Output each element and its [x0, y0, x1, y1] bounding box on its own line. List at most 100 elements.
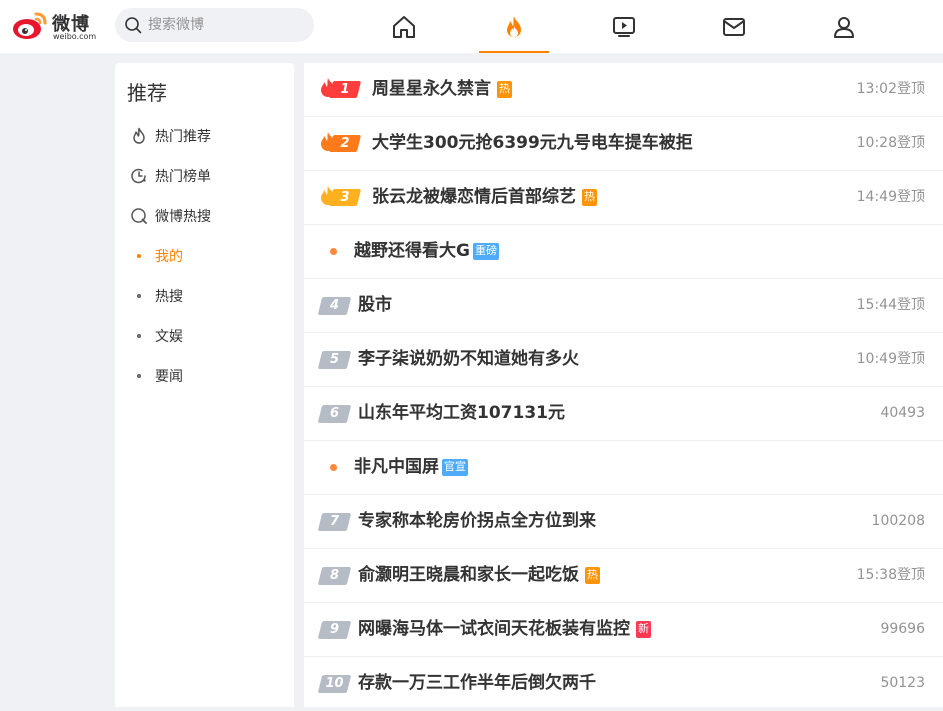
- rank-badge: 10: [317, 675, 352, 693]
- hot-list-row[interactable]: 2 大学生300元抢6399元九号电车提车被拒 10:28登顶: [304, 117, 943, 171]
- sidebar-item-label: 要闻: [155, 369, 183, 385]
- rank-number: 4: [329, 298, 340, 313]
- nav-messages[interactable]: [699, 0, 769, 53]
- clock-list-icon: [129, 166, 149, 186]
- top-navigation-bar: 微博 weibo.com 搜索微博: [0, 0, 943, 53]
- left-sidebar: 推荐 热门推荐 热门榜单 微博热搜 我的 热搜 文娱 要闻: [115, 63, 294, 707]
- hot-list-row[interactable]: 6 山东年平均工资107131元 40493: [304, 387, 943, 441]
- promo-dot: [330, 464, 337, 471]
- hot-badge: 热: [497, 81, 512, 98]
- hot-item-title[interactable]: 李子柒说奶奶不知道她有多火: [358, 346, 579, 372]
- hot-list-row[interactable]: 5 李子柒说奶奶不知道她有多火 10:49登顶: [304, 333, 943, 387]
- hot-item-title[interactable]: 网曝海马体一试衣间天花板装有监控新: [358, 616, 651, 642]
- rank-number: 1: [340, 82, 350, 97]
- rank-badge: 2: [319, 131, 363, 153]
- hot-item-title[interactable]: 股市: [358, 292, 392, 318]
- hot-item-meta: 40493: [880, 405, 925, 421]
- rank-badge: 3: [319, 185, 363, 207]
- mail-icon: [723, 17, 745, 36]
- nav-video[interactable]: [589, 0, 659, 53]
- sidebar-item-mine[interactable]: 我的: [129, 244, 289, 268]
- hot-list-row[interactable]: 7 专家称本轮房价拐点全方位到来 100208: [304, 495, 943, 549]
- hot-search-list: 1 周星星永久禁言热 13:02登顶 2 大学生300元抢6399元九号电车提车…: [304, 63, 943, 711]
- rank-badge: 7: [317, 513, 352, 531]
- rank-number: 3: [340, 190, 350, 205]
- hot-list-row-promoted[interactable]: 非凡中国屏 官宣: [304, 441, 943, 495]
- sidebar-item-label: 微博热搜: [155, 209, 211, 225]
- hot-item-title[interactable]: 山东年平均工资107131元: [358, 400, 565, 426]
- hot-item-meta: 99696: [880, 621, 925, 637]
- rank-number: 8: [329, 568, 340, 583]
- promo-badge: 重磅: [472, 243, 499, 260]
- rank-number: 6: [329, 406, 340, 421]
- sidebar-item-label: 文娱: [155, 329, 183, 345]
- hot-badge: 热: [582, 189, 597, 206]
- user-icon: [834, 16, 854, 38]
- sidebar-item-label: 我的: [155, 249, 183, 265]
- rank-number: 10: [325, 676, 344, 691]
- rank-badge: 4: [317, 297, 352, 315]
- sidebar-item-label: 热搜: [155, 289, 183, 305]
- hot-item-meta: 50123: [880, 675, 925, 691]
- rank-number: 7: [329, 514, 340, 529]
- hot-item-title[interactable]: 存款一万三工作半年后倒欠两千: [358, 670, 596, 696]
- logo-domain-text: weibo.com: [53, 32, 97, 41]
- bullet-dot: [129, 294, 149, 298]
- hot-item-title[interactable]: 张云龙被爆恋情后首部综艺热: [372, 184, 597, 210]
- sidebar-item-hot-recommend[interactable]: 热门推荐: [129, 124, 289, 148]
- hot-item-title[interactable]: 非凡中国屏 官宣: [354, 454, 468, 480]
- sidebar-title: 推荐: [127, 81, 167, 105]
- hot-item-meta: 15:38登顶: [856, 567, 925, 583]
- search-icon: [125, 17, 142, 34]
- sidebar-item-weibo-hot-search[interactable]: 微博热搜: [129, 204, 289, 228]
- hot-item-meta: 14:49登顶: [856, 189, 925, 205]
- sidebar-item-entertainment[interactable]: 文娱: [129, 324, 289, 348]
- sidebar-item-hot-ranking[interactable]: 热门榜单: [129, 164, 289, 188]
- rank-badge: 9: [317, 621, 352, 639]
- search-input[interactable]: 搜索微博: [148, 15, 204, 35]
- rank-number: 5: [329, 352, 340, 367]
- hot-item-title[interactable]: 专家称本轮房价拐点全方位到来: [358, 508, 596, 534]
- hot-item-meta: 15:44登顶: [856, 297, 925, 313]
- hot-item-meta: 13:02登顶: [856, 81, 925, 97]
- hot-item-title[interactable]: 大学生300元抢6399元九号电车提车被拒: [372, 130, 693, 156]
- rank-number: 2: [340, 136, 350, 151]
- hot-item-meta: 100208: [871, 513, 925, 529]
- bullet-dot: [129, 374, 149, 378]
- hot-item-title[interactable]: 周星星永久禁言热: [372, 76, 512, 102]
- sidebar-item-label: 热门推荐: [155, 129, 211, 145]
- rank-badge: 6: [317, 405, 352, 423]
- rank-number: 9: [329, 622, 340, 637]
- nav-home[interactable]: [369, 0, 439, 53]
- weibo-logo[interactable]: 微博 weibo.com: [12, 8, 102, 42]
- hot-list-row-promoted[interactable]: 越野还得看大G 重磅: [304, 225, 943, 279]
- sidebar-item-news[interactable]: 要闻: [129, 364, 289, 388]
- hot-item-meta: 10:28登顶: [856, 135, 925, 151]
- official-badge: 官宣: [442, 459, 468, 476]
- rank-badge: 5: [317, 351, 352, 369]
- bullet-dot: [129, 254, 149, 258]
- search-circle-icon: [129, 206, 149, 226]
- hot-fire-icon: [507, 15, 521, 37]
- hot-item-meta: 10:49登顶: [856, 351, 925, 367]
- hot-list-row[interactable]: 9 网曝海马体一试衣间天花板装有监控新 99696: [304, 603, 943, 657]
- rank-badge: 1: [319, 77, 363, 99]
- hot-badge: 热: [585, 567, 600, 584]
- home-icon: [393, 15, 415, 38]
- weibo-logo-icon: [13, 12, 47, 39]
- hot-list-row[interactable]: 4 股市 15:44登顶: [304, 279, 943, 333]
- sidebar-item-hot-search[interactable]: 热搜: [129, 284, 289, 308]
- nav-hot[interactable]: [479, 0, 549, 53]
- video-icon: [613, 16, 635, 37]
- hot-item-title[interactable]: 俞灏明王晓晨和家长一起吃饭热: [358, 562, 600, 588]
- hot-list-row[interactable]: 10 存款一万三工作半年后倒欠两千 50123: [304, 657, 943, 711]
- hot-list-row[interactable]: 1 周星星永久禁言热 13:02登顶: [304, 63, 943, 117]
- sidebar-item-label: 热门榜单: [155, 169, 211, 185]
- bullet-dot: [129, 334, 149, 338]
- nav-profile[interactable]: [809, 0, 879, 53]
- hot-item-title[interactable]: 越野还得看大G 重磅: [354, 238, 499, 264]
- search-box[interactable]: 搜索微博: [115, 8, 314, 42]
- hot-list-row[interactable]: 8 俞灏明王晓晨和家长一起吃饭热 15:38登顶: [304, 549, 943, 603]
- hot-list-row[interactable]: 3 张云龙被爆恋情后首部综艺热 14:49登顶: [304, 171, 943, 225]
- flame-outline-icon: [129, 126, 149, 146]
